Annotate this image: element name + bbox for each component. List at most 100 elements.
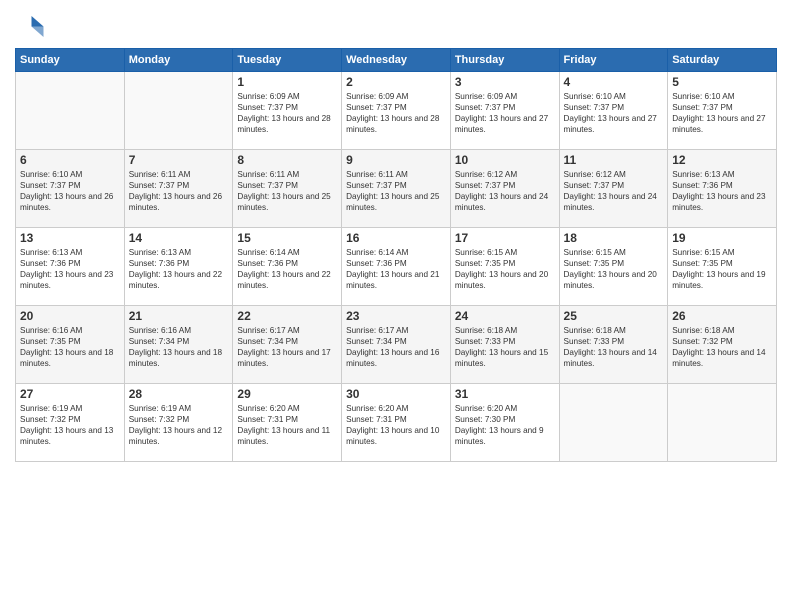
- day-info: Sunrise: 6:11 AMSunset: 7:37 PMDaylight:…: [346, 169, 446, 213]
- day-header-tuesday: Tuesday: [233, 49, 342, 72]
- calendar-cell: 5 Sunrise: 6:10 AMSunset: 7:37 PMDaylight…: [668, 72, 777, 150]
- day-number: 17: [455, 231, 555, 245]
- day-number: 14: [129, 231, 229, 245]
- calendar-cell: 7 Sunrise: 6:11 AMSunset: 7:37 PMDaylight…: [124, 150, 233, 228]
- calendar-cell: 9 Sunrise: 6:11 AMSunset: 7:37 PMDaylight…: [342, 150, 451, 228]
- day-info: Sunrise: 6:12 AMSunset: 7:37 PMDaylight:…: [455, 169, 555, 213]
- day-info: Sunrise: 6:20 AMSunset: 7:31 PMDaylight:…: [237, 403, 337, 447]
- day-info: Sunrise: 6:16 AMSunset: 7:35 PMDaylight:…: [20, 325, 120, 369]
- day-number: 11: [564, 153, 664, 167]
- day-number: 13: [20, 231, 120, 245]
- calendar-cell: [16, 72, 125, 150]
- day-info: Sunrise: 6:15 AMSunset: 7:35 PMDaylight:…: [455, 247, 555, 291]
- day-header-wednesday: Wednesday: [342, 49, 451, 72]
- day-info: Sunrise: 6:20 AMSunset: 7:31 PMDaylight:…: [346, 403, 446, 447]
- day-info: Sunrise: 6:19 AMSunset: 7:32 PMDaylight:…: [20, 403, 120, 447]
- calendar-cell: 30 Sunrise: 6:20 AMSunset: 7:31 PMDayligh…: [342, 384, 451, 462]
- day-number: 8: [237, 153, 337, 167]
- calendar-cell: 8 Sunrise: 6:11 AMSunset: 7:37 PMDaylight…: [233, 150, 342, 228]
- logo: [15, 10, 49, 40]
- calendar-cell: 15 Sunrise: 6:14 AMSunset: 7:36 PMDayligh…: [233, 228, 342, 306]
- page-header: [15, 10, 777, 40]
- day-number: 10: [455, 153, 555, 167]
- day-header-sunday: Sunday: [16, 49, 125, 72]
- day-number: 3: [455, 75, 555, 89]
- day-info: Sunrise: 6:10 AMSunset: 7:37 PMDaylight:…: [20, 169, 120, 213]
- day-info: Sunrise: 6:09 AMSunset: 7:37 PMDaylight:…: [346, 91, 446, 135]
- day-number: 23: [346, 309, 446, 323]
- calendar-cell: 18 Sunrise: 6:15 AMSunset: 7:35 PMDayligh…: [559, 228, 668, 306]
- day-number: 22: [237, 309, 337, 323]
- day-info: Sunrise: 6:14 AMSunset: 7:36 PMDaylight:…: [346, 247, 446, 291]
- day-info: Sunrise: 6:12 AMSunset: 7:37 PMDaylight:…: [564, 169, 664, 213]
- day-header-thursday: Thursday: [450, 49, 559, 72]
- day-info: Sunrise: 6:20 AMSunset: 7:30 PMDaylight:…: [455, 403, 555, 447]
- calendar-cell: 25 Sunrise: 6:18 AMSunset: 7:33 PMDayligh…: [559, 306, 668, 384]
- day-number: 7: [129, 153, 229, 167]
- calendar-header: SundayMondayTuesdayWednesdayThursdayFrid…: [16, 49, 777, 72]
- day-number: 31: [455, 387, 555, 401]
- day-number: 25: [564, 309, 664, 323]
- day-number: 9: [346, 153, 446, 167]
- day-info: Sunrise: 6:09 AMSunset: 7:37 PMDaylight:…: [237, 91, 337, 135]
- day-info: Sunrise: 6:16 AMSunset: 7:34 PMDaylight:…: [129, 325, 229, 369]
- day-number: 29: [237, 387, 337, 401]
- day-number: 26: [672, 309, 772, 323]
- day-number: 15: [237, 231, 337, 245]
- calendar-cell: 20 Sunrise: 6:16 AMSunset: 7:35 PMDayligh…: [16, 306, 125, 384]
- calendar-cell: 10 Sunrise: 6:12 AMSunset: 7:37 PMDayligh…: [450, 150, 559, 228]
- day-info: Sunrise: 6:10 AMSunset: 7:37 PMDaylight:…: [672, 91, 772, 135]
- day-info: Sunrise: 6:18 AMSunset: 7:33 PMDaylight:…: [455, 325, 555, 369]
- day-info: Sunrise: 6:19 AMSunset: 7:32 PMDaylight:…: [129, 403, 229, 447]
- day-header-monday: Monday: [124, 49, 233, 72]
- day-info: Sunrise: 6:17 AMSunset: 7:34 PMDaylight:…: [346, 325, 446, 369]
- calendar-cell: 22 Sunrise: 6:17 AMSunset: 7:34 PMDayligh…: [233, 306, 342, 384]
- calendar-cell: 4 Sunrise: 6:10 AMSunset: 7:37 PMDaylight…: [559, 72, 668, 150]
- calendar-cell: [668, 384, 777, 462]
- calendar-cell: 16 Sunrise: 6:14 AMSunset: 7:36 PMDayligh…: [342, 228, 451, 306]
- day-info: Sunrise: 6:15 AMSunset: 7:35 PMDaylight:…: [564, 247, 664, 291]
- calendar-cell: 12Sunrise: 6:13 AMSunset: 7:36 PMDayligh…: [668, 150, 777, 228]
- day-header-friday: Friday: [559, 49, 668, 72]
- calendar-cell: 23 Sunrise: 6:17 AMSunset: 7:34 PMDayligh…: [342, 306, 451, 384]
- day-number: 16: [346, 231, 446, 245]
- day-number: 12: [672, 153, 772, 167]
- calendar-cell: 11 Sunrise: 6:12 AMSunset: 7:37 PMDayligh…: [559, 150, 668, 228]
- day-number: 5: [672, 75, 772, 89]
- calendar-cell: 21 Sunrise: 6:16 AMSunset: 7:34 PMDayligh…: [124, 306, 233, 384]
- day-number: 27: [20, 387, 120, 401]
- calendar-cell: 28 Sunrise: 6:19 AMSunset: 7:32 PMDayligh…: [124, 384, 233, 462]
- calendar-cell: 3 Sunrise: 6:09 AMSunset: 7:37 PMDaylight…: [450, 72, 559, 150]
- calendar-cell: 6Sunrise: 6:10 AMSunset: 7:37 PMDaylight…: [16, 150, 125, 228]
- day-info: Sunrise: 6:17 AMSunset: 7:34 PMDaylight:…: [237, 325, 337, 369]
- day-number: 28: [129, 387, 229, 401]
- day-info: Sunrise: 6:18 AMSunset: 7:33 PMDaylight:…: [564, 325, 664, 369]
- day-number: 30: [346, 387, 446, 401]
- logo-icon: [15, 10, 45, 40]
- calendar-cell: [559, 384, 668, 462]
- calendar-cell: 24Sunrise: 6:18 AMSunset: 7:33 PMDayligh…: [450, 306, 559, 384]
- day-info: Sunrise: 6:11 AMSunset: 7:37 PMDaylight:…: [129, 169, 229, 213]
- day-info: Sunrise: 6:18 AMSunset: 7:32 PMDaylight:…: [672, 325, 772, 369]
- day-info: Sunrise: 6:13 AMSunset: 7:36 PMDaylight:…: [129, 247, 229, 291]
- calendar-cell: 29 Sunrise: 6:20 AMSunset: 7:31 PMDayligh…: [233, 384, 342, 462]
- day-header-saturday: Saturday: [668, 49, 777, 72]
- day-info: Sunrise: 6:09 AMSunset: 7:37 PMDaylight:…: [455, 91, 555, 135]
- day-number: 2: [346, 75, 446, 89]
- day-number: 19: [672, 231, 772, 245]
- calendar-cell: 2 Sunrise: 6:09 AMSunset: 7:37 PMDaylight…: [342, 72, 451, 150]
- calendar-cell: 27 Sunrise: 6:19 AMSunset: 7:32 PMDayligh…: [16, 384, 125, 462]
- day-number: 18: [564, 231, 664, 245]
- calendar-cell: 19Sunrise: 6:15 AMSunset: 7:35 PMDayligh…: [668, 228, 777, 306]
- calendar-cell: 17 Sunrise: 6:15 AMSunset: 7:35 PMDayligh…: [450, 228, 559, 306]
- day-info: Sunrise: 6:14 AMSunset: 7:36 PMDaylight:…: [237, 247, 337, 291]
- day-info: Sunrise: 6:13 AMSunset: 7:36 PMDaylight:…: [20, 247, 120, 291]
- day-number: 4: [564, 75, 664, 89]
- day-number: 21: [129, 309, 229, 323]
- day-info: Sunrise: 6:10 AMSunset: 7:37 PMDaylight:…: [564, 91, 664, 135]
- day-info: Sunrise: 6:11 AMSunset: 7:37 PMDaylight:…: [237, 169, 337, 213]
- calendar-cell: 31 Sunrise: 6:20 AMSunset: 7:30 PMDayligh…: [450, 384, 559, 462]
- calendar-cell: 1 Sunrise: 6:09 AMSunset: 7:37 PMDaylight…: [233, 72, 342, 150]
- day-number: 20: [20, 309, 120, 323]
- day-number: 1: [237, 75, 337, 89]
